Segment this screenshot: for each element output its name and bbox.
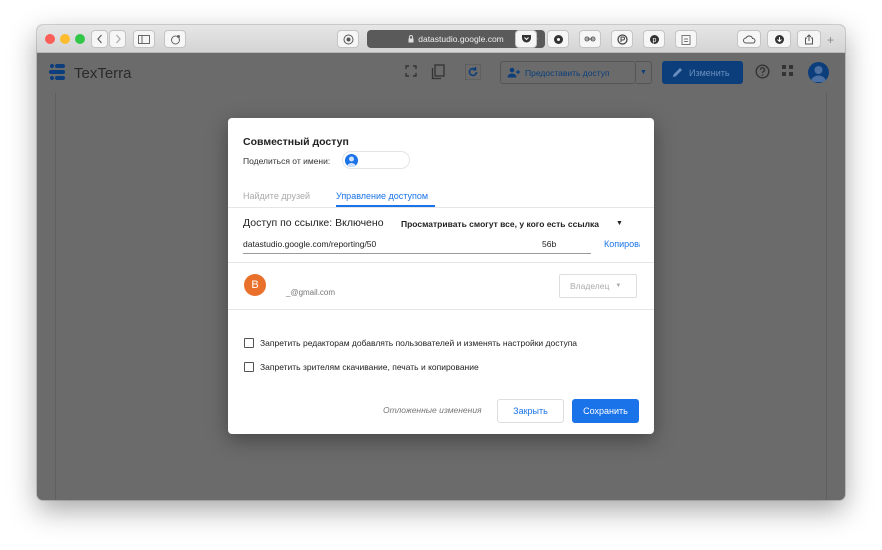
divider	[228, 262, 654, 263]
edit-button-label: Изменить	[689, 67, 730, 78]
extension-icon	[170, 34, 180, 44]
address-url: datastudio.google.com	[418, 34, 504, 44]
forward-button[interactable]	[109, 30, 126, 48]
pocket-icon	[521, 35, 531, 43]
help-icon[interactable]	[755, 64, 770, 79]
pencil-icon	[673, 68, 682, 77]
caret-down-icon: ▼	[615, 283, 622, 289]
sidebar-icon	[138, 34, 150, 44]
extension-4-button[interactable]	[611, 30, 633, 48]
person-icon	[811, 66, 826, 82]
user-avatar: B	[244, 274, 266, 296]
privacy-button[interactable]	[337, 30, 359, 48]
close-button[interactable]: Закрыть	[497, 399, 564, 423]
minimize-window-button[interactable]	[60, 34, 70, 44]
new-tab-button[interactable]: +	[827, 33, 834, 47]
datastudio-logo-icon	[49, 64, 65, 80]
tab-find-friends[interactable]: Найдите друзей	[243, 191, 310, 201]
tab-manage-access[interactable]: Управление доступом	[336, 191, 428, 201]
link-icon	[584, 36, 596, 42]
share-as-selector[interactable]	[342, 151, 410, 169]
extension-2-icon	[553, 34, 563, 44]
restrict-viewers-option[interactable]: Запретить зрителям скачивание, печать и …	[244, 362, 479, 372]
extension-3-button[interactable]	[579, 30, 601, 48]
share-page-button[interactable]	[797, 30, 821, 48]
share-menu-button[interactable]: ▼	[636, 61, 652, 84]
share-link-underline	[243, 253, 591, 254]
tabs-divider	[228, 207, 654, 208]
apps-grid-icon[interactable]	[781, 64, 794, 77]
restrict-viewers-checkbox[interactable]	[244, 362, 254, 372]
extension-6-button[interactable]	[675, 30, 697, 48]
downloads-button[interactable]	[767, 30, 791, 48]
shield-icon	[343, 34, 353, 44]
clipboard-icon	[681, 34, 691, 45]
user-email: _@gmail.com	[286, 288, 336, 297]
pinterest-extension[interactable]: p	[643, 30, 665, 48]
caret-down-icon: ▼	[640, 69, 647, 76]
copy-link-button[interactable]: Копировать	[604, 239, 640, 249]
lock-icon	[408, 35, 414, 43]
pocket-extension[interactable]	[515, 30, 537, 48]
extension-2-button[interactable]	[547, 30, 569, 48]
extension-button[interactable]	[164, 30, 186, 48]
back-button[interactable]	[91, 30, 108, 48]
app-toolbar: TexTerra Предоставить доступ ▼ Изменить	[37, 53, 845, 93]
role-select[interactable]: Владелец ▼	[559, 274, 637, 298]
restrict-editors-option[interactable]: Запретить редакторам добавлять пользоват…	[244, 338, 577, 348]
save-button[interactable]: Сохранить	[572, 399, 639, 423]
refresh-icon[interactable]	[465, 64, 481, 80]
share-button-label: Предоставить доступ	[525, 67, 610, 78]
link-access-select[interactable]: Просматривать смогут все, у кого есть сс…	[401, 219, 599, 229]
sidebar-toggle-button[interactable]	[133, 30, 155, 48]
user-initial: B	[251, 279, 259, 291]
share-as-avatar	[345, 154, 358, 167]
share-as-label: Поделиться от имени:	[243, 156, 331, 166]
svg-text:p: p	[652, 37, 656, 44]
restrict-viewers-label: Запретить зрителям скачивание, печать и …	[260, 362, 479, 372]
share-link-url[interactable]: datastudio.google.com/reporting/50	[243, 239, 376, 249]
edit-button[interactable]: Изменить	[662, 61, 743, 84]
divider	[228, 309, 654, 310]
share-icon	[805, 33, 813, 44]
icloud-button[interactable]	[737, 30, 761, 48]
dialog-title: Совместный доступ	[243, 136, 349, 148]
report-title[interactable]: TexTerra	[74, 65, 132, 82]
pending-changes-label: Отложенные изменения	[383, 405, 482, 415]
restrict-editors-checkbox[interactable]	[244, 338, 254, 348]
share-button[interactable]: Предоставить доступ	[500, 61, 636, 84]
caret-down-icon[interactable]: ▼	[616, 220, 623, 227]
account-avatar[interactable]	[808, 62, 829, 83]
pinterest-icon: p	[649, 34, 659, 44]
restrict-editors-label: Запретить редакторам добавлять пользоват…	[260, 338, 578, 348]
cloud-icon	[742, 35, 755, 43]
chevron-right-icon	[115, 34, 121, 44]
download-icon	[774, 34, 784, 44]
chevron-left-icon	[96, 34, 102, 44]
fullscreen-icon[interactable]	[404, 64, 418, 78]
add-person-icon	[507, 67, 520, 78]
browser-titlebar: datastudio.google.com p +	[37, 25, 845, 53]
link-access-label: Доступ по ссылке: Включено	[243, 217, 384, 229]
circle-icon	[616, 33, 628, 45]
share-link-suffix[interactable]: 56b	[542, 239, 556, 249]
close-window-button[interactable]	[45, 34, 55, 44]
copy-icon[interactable]	[431, 64, 445, 80]
person-icon	[347, 156, 356, 167]
share-dialog: Совместный доступ Поделиться от имени: Н…	[228, 118, 654, 434]
role-select-value: Владелец	[570, 281, 610, 291]
zoom-window-button[interactable]	[75, 34, 85, 44]
